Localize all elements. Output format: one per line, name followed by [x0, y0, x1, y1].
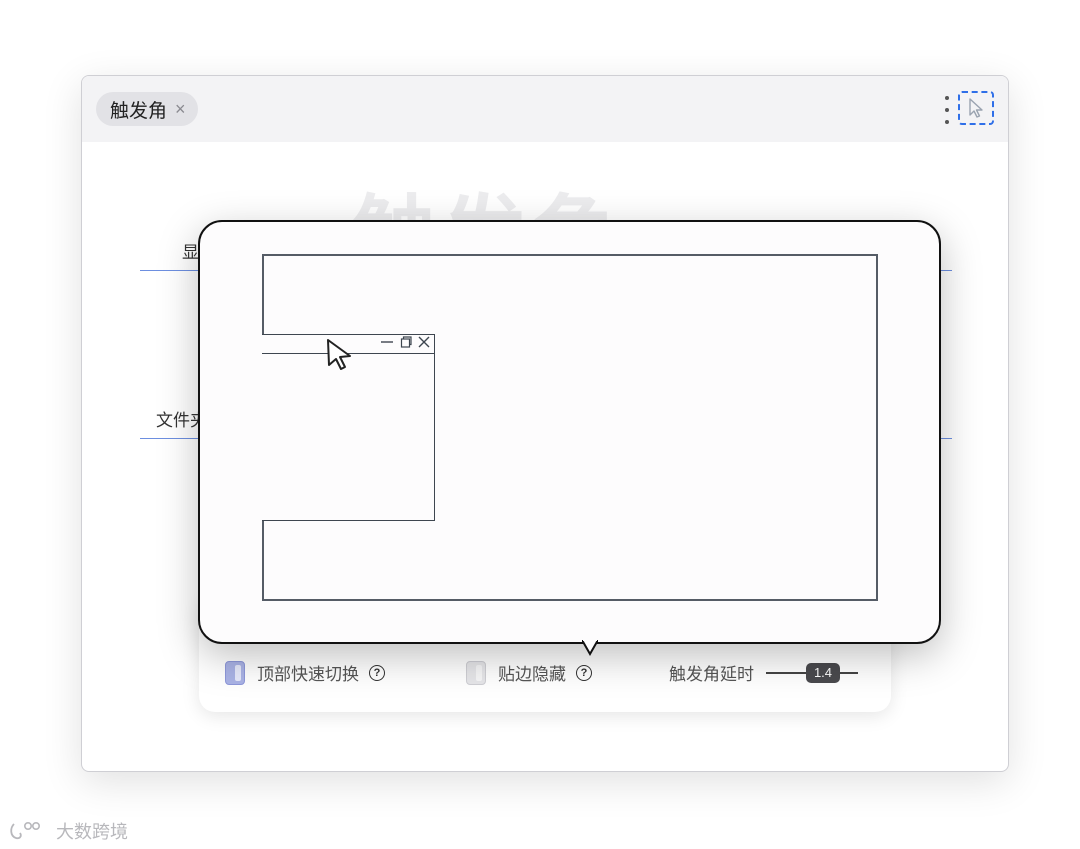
- top-switch-toggle[interactable]: [225, 660, 245, 685]
- edge-hide-toggle[interactable]: [466, 660, 486, 685]
- setting-top-switch[interactable]: 顶部快速切换 ?: [225, 660, 385, 685]
- cursor-pick-icon: [969, 98, 983, 118]
- slider-thumb[interactable]: 1.4: [806, 662, 840, 683]
- restore-icon: [400, 336, 412, 348]
- minimize-icon: [381, 341, 393, 343]
- help-icon[interactable]: ?: [369, 664, 385, 681]
- help-icon[interactable]: ?: [576, 664, 592, 681]
- display-label: 显: [182, 243, 199, 262]
- mini-window-controls: [380, 336, 430, 348]
- tab-close-icon[interactable]: ×: [175, 99, 186, 120]
- setting-delay: 触发角延时 1.4: [669, 660, 858, 685]
- setting-edge-hide[interactable]: 贴边隐藏 ?: [466, 660, 592, 685]
- tab-trigger-corner[interactable]: 触发角 ×: [96, 92, 198, 126]
- brand-watermark: 大数跨境: [8, 818, 128, 844]
- delay-slider[interactable]: 1.4: [766, 662, 858, 683]
- edge-hide-label: 贴边隐藏: [498, 665, 566, 684]
- close-icon: [418, 336, 430, 348]
- more-options-icon[interactable]: [944, 96, 950, 124]
- preview-cursor-icon: [327, 339, 351, 370]
- tab-label: 触发角: [110, 100, 168, 122]
- brand-name: 大数跨境: [56, 822, 128, 842]
- brand-logo-icon: [10, 821, 40, 840]
- titlebar: 触发角 ×: [82, 76, 1008, 142]
- popover-tail: [582, 640, 598, 656]
- delay-label: 触发角延时: [669, 665, 754, 684]
- element-picker-button[interactable]: [958, 91, 994, 125]
- top-switch-label: 顶部快速切换: [257, 665, 359, 684]
